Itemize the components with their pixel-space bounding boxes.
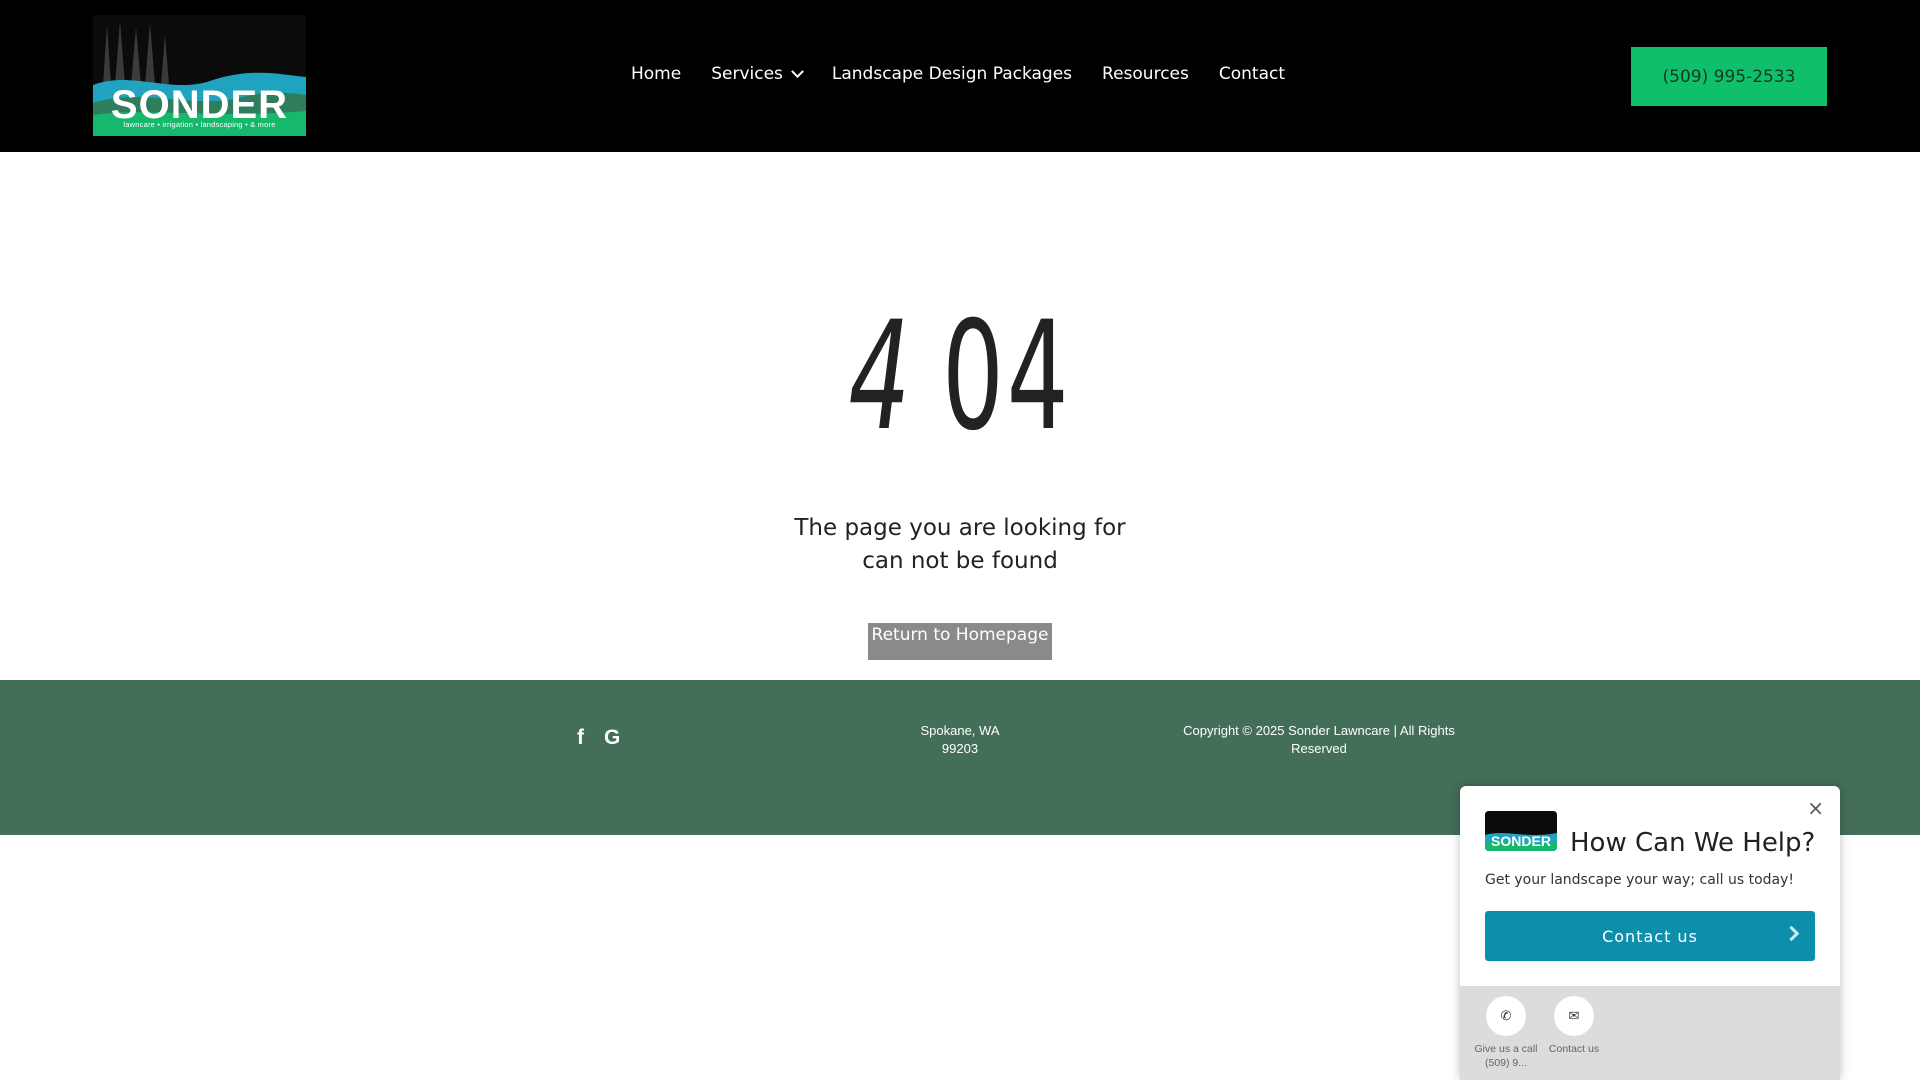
contact-action-label: Contact us [1548,1043,1600,1055]
logo-tagline: lawncare • irrigation • landscaping • & … [123,120,276,129]
copyright-line-1: Copyright © 2025 Sonder Lawncare | All R… [1183,723,1455,738]
error-code: 4 04 [269,290,1651,464]
mail-icon: ✉ [1554,996,1594,1036]
message-line-1: The page you are looking for [794,515,1126,541]
close-icon[interactable]: × [1807,796,1824,820]
message-line-2: can not be found [862,548,1058,574]
phone-call-button[interactable]: (509) 995-2533 [1631,47,1827,106]
not-found-message: The page you are looking for can not be … [0,512,1920,578]
widget-actions: ✆ Give us a call (509) 9... ✉ Contact us [1460,986,1840,1080]
site-logo[interactable]: SONDER lawncare • irrigation • landscapi… [93,15,306,136]
call-label-line-2: (509) 9... [1484,1057,1528,1069]
widget-contact-button-label: Contact us [1602,926,1698,946]
widget-logo-wordmark: SONDER [1491,833,1551,849]
widget-contact-button[interactable]: Contact us [1485,911,1815,961]
footer-copyright: Copyright © 2025 Sonder Lawncare | All R… [1170,722,1468,758]
google-icon[interactable]: G [604,726,620,750]
widget-subtitle: Get your landscape your way; call us tod… [1485,872,1795,888]
social-links: f G [577,726,620,750]
address-line-2: 99203 [941,741,979,756]
phone-icon: ✆ [1486,996,1526,1036]
facebook-icon[interactable]: f [577,726,584,750]
nav-landscape-design-packages[interactable]: Landscape Design Packages [832,64,1072,84]
nav-services-label: Services [711,64,783,84]
address-line-1: Spokane, WA [920,723,1000,738]
chevron-down-icon [791,64,804,78]
copyright-line-2: Reserved [1291,741,1347,756]
nav-home[interactable]: Home [631,64,681,84]
footer-address: Spokane, WA 99203 [860,722,1060,758]
main-nav: Home Services Landscape Design Packages … [631,64,1315,84]
contact-widget: × SONDER How Can We Help? Get your lands… [1460,786,1840,1080]
nav-contact[interactable]: Contact [1219,64,1285,84]
widget-contact-action[interactable]: ✉ Contact us [1533,996,1615,1056]
error-code-first-digit: 4 [848,290,914,464]
site-header: SONDER lawncare • irrigation • landscapi… [0,0,1920,152]
widget-logo: SONDER [1485,811,1557,851]
return-to-homepage-button[interactable]: Return to Homepage [868,623,1052,660]
widget-title: How Can We Help? [1570,828,1816,858]
error-code-rest: 04 [942,290,1072,464]
nav-resources[interactable]: Resources [1102,64,1189,84]
nav-services[interactable]: Services [711,64,804,84]
chevron-right-icon [1783,925,1800,942]
